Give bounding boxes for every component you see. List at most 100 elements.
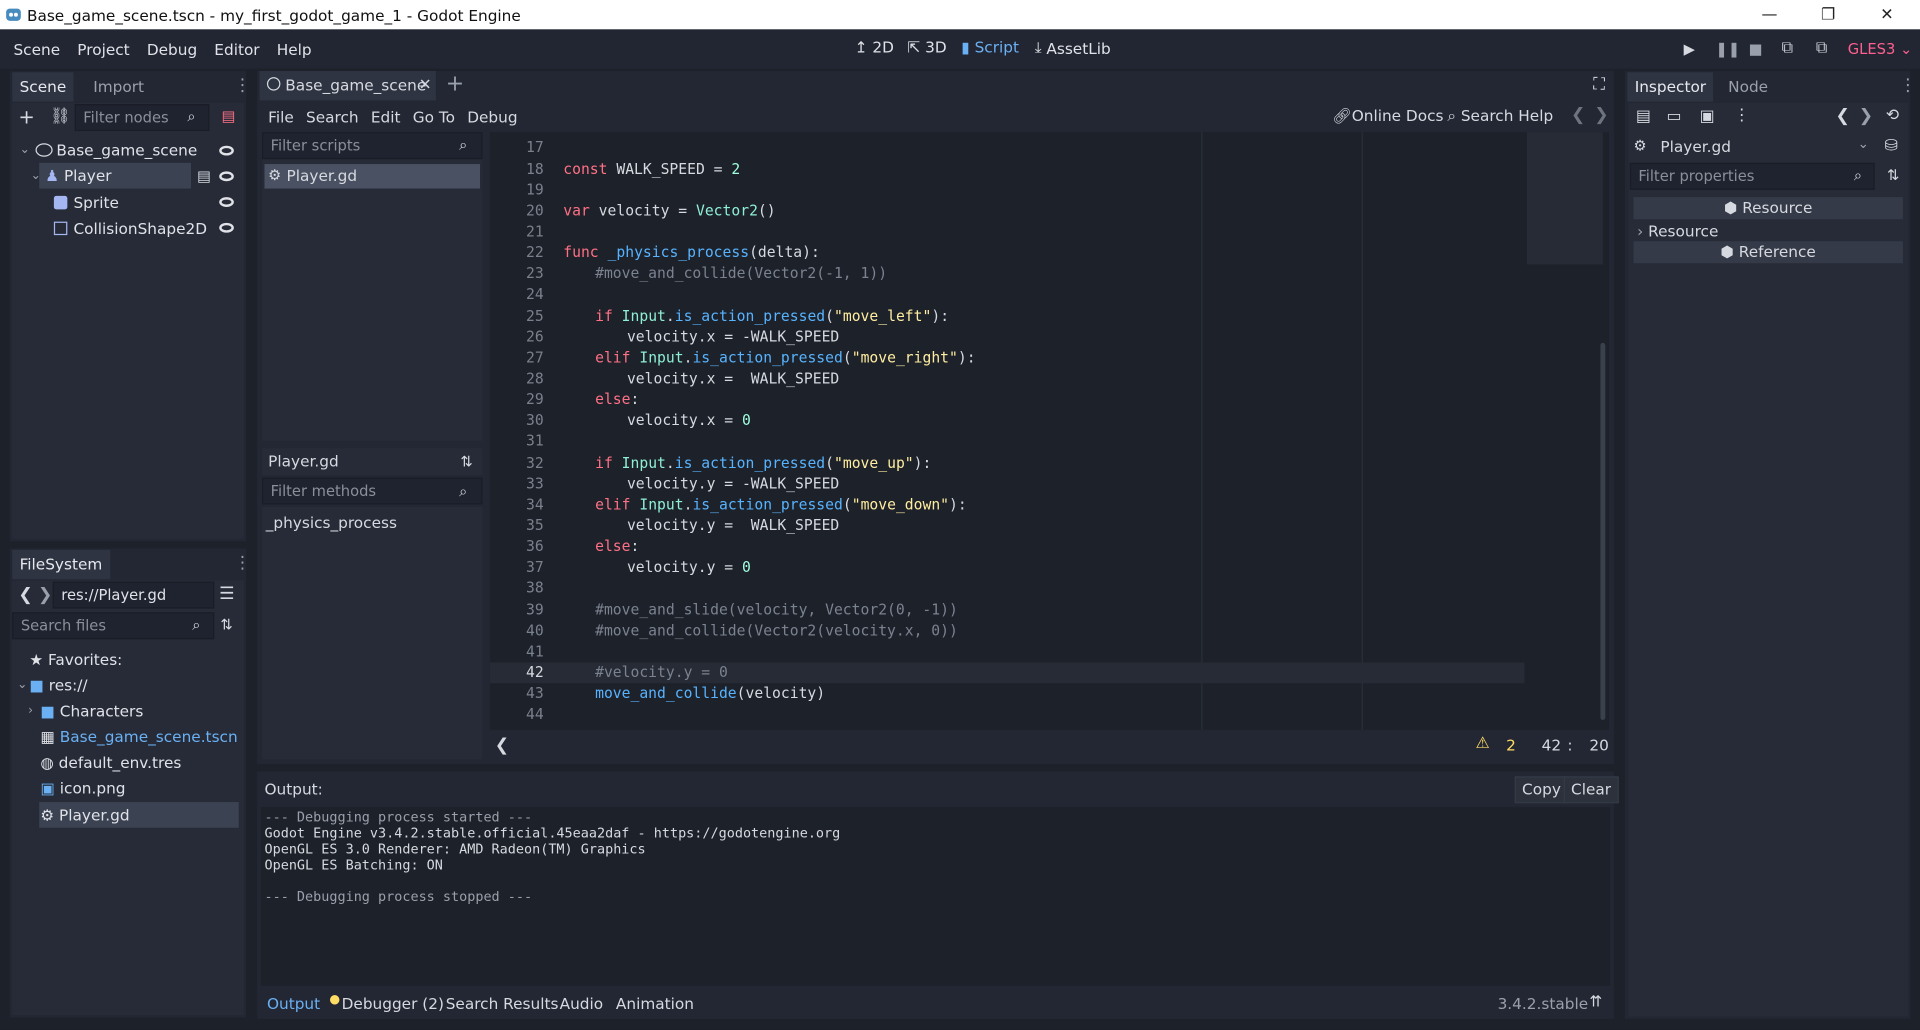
workspace-2d-button[interactable]: ↥ 2D (855, 38, 894, 56)
menu-help[interactable]: Help (268, 40, 320, 58)
tab-import[interactable]: Import (86, 72, 152, 101)
tab-scene[interactable]: Scene (12, 72, 74, 102)
fs-file-default-env[interactable]: ◍ default_env.tres (40, 749, 181, 775)
renderer-select[interactable]: GLES3 ⌄ (1848, 40, 1913, 57)
dock-menu-icon[interactable]: ⋮ (234, 553, 251, 573)
warning-icon[interactable]: ⚠ (1476, 735, 1490, 753)
online-docs-button[interactable]: 🔗︎Online Docs (1332, 107, 1443, 127)
tab-node[interactable]: Node (1721, 72, 1776, 101)
tab-search-results[interactable]: Search Results (446, 994, 559, 1012)
copy-button[interactable]: Copy (1514, 776, 1569, 804)
fs-file-player-gd[interactable]: ⚙ Player.gd (40, 802, 129, 828)
new-tab-icon[interactable]: + (446, 71, 464, 97)
split-mode-icon[interactable]: ☰ (219, 584, 234, 604)
tab-filesystem[interactable]: FileSystem (12, 549, 110, 580)
tree-node-base-game-scene[interactable]: ⌄ Base_game_scene (20, 137, 198, 163)
menu-editor[interactable]: Editor (206, 40, 268, 58)
visibility-eye-icon[interactable] (219, 222, 234, 233)
tree-node-player[interactable]: ⌄ ♟ Player (31, 163, 112, 189)
object-properties-icon[interactable]: ⛁ (1885, 137, 1898, 155)
history-forward-icon[interactable]: ❯ (1859, 107, 1873, 127)
forward-icon[interactable]: ❯ (38, 585, 52, 605)
pause-icon[interactable]: ❚❚ (1716, 40, 1741, 57)
visibility-eye-icon[interactable] (219, 197, 234, 207)
prev-script-icon[interactable]: ❮ (1571, 105, 1585, 125)
search-files-input[interactable]: Search files (12, 612, 215, 640)
play-icon[interactable]: ▶ (1684, 40, 1695, 57)
script-menu-debug[interactable]: Debug (461, 107, 524, 125)
maximize-button[interactable]: ❐ (1800, 0, 1856, 29)
fs-folder-characters[interactable]: › ■ Characters (28, 698, 143, 724)
workspace-3d-button[interactable]: ⇱ 3D (907, 38, 946, 56)
attach-script-icon[interactable]: ▤ (222, 108, 236, 125)
menu-debug[interactable]: Debug (138, 40, 205, 58)
stop-icon[interactable]: ■ (1749, 40, 1763, 57)
menu-scene[interactable]: Scene (5, 40, 69, 58)
script-attached-icon[interactable]: ▤ (197, 168, 211, 185)
tab-audio[interactable]: Audio (560, 994, 604, 1012)
toggle-scripts-panel-icon[interactable]: ❮ (495, 736, 509, 756)
property-options-icon[interactable]: ⇅ (1887, 167, 1899, 184)
tab-inspector[interactable]: Inspector (1627, 72, 1714, 102)
menu-project[interactable]: Project (69, 40, 139, 58)
play-scene-icon[interactable]: ⧉ (1782, 39, 1793, 57)
more-options-icon[interactable]: ⋮ (1734, 107, 1750, 125)
history-back-icon[interactable]: ❮ (1836, 107, 1850, 127)
script-menu-goto[interactable]: Go To (407, 107, 461, 125)
filter-properties-input[interactable]: Filter properties (1629, 162, 1875, 190)
filesystem-path-field[interactable]: res://Player.gd (52, 581, 215, 609)
filter-scripts-input[interactable]: Filter scripts (262, 132, 483, 160)
folder-icon: ■ (29, 675, 44, 695)
workspace-assetlib-button[interactable]: ⤓ AssetLib (1035, 38, 1111, 58)
minimize-button[interactable]: — (1741, 0, 1797, 29)
sort-icon[interactable]: ⇅ (220, 616, 232, 633)
methods-header: Player.gd (262, 448, 483, 476)
add-node-icon[interactable]: + (18, 105, 34, 128)
tree-node-sprite[interactable]: Sprite (53, 190, 119, 216)
script-menu-file[interactable]: File (260, 107, 300, 125)
code-editor[interactable] (489, 132, 1609, 730)
minimap[interactable] (1526, 132, 1603, 265)
fs-file-icon-png[interactable]: ▣ icon.png (40, 775, 125, 801)
script-menu-search[interactable]: Search (300, 107, 365, 125)
play-custom-scene-icon[interactable]: ⧉ (1816, 39, 1827, 57)
script-menu-edit[interactable]: Edit (365, 107, 407, 125)
sprite-icon (53, 195, 68, 210)
3d-icon: ⇱ (907, 37, 921, 57)
fs-file-base-game-scene[interactable]: ▦ Base_game_scene.tscn (40, 724, 237, 750)
scene-tab[interactable]: Base_game_scene ✕ (259, 71, 436, 101)
tab-output[interactable]: Output (267, 994, 320, 1012)
dock-menu-icon[interactable]: ⋮ (1899, 76, 1916, 96)
visibility-eye-icon[interactable] (219, 145, 234, 156)
workspace-script-button[interactable]: ▮ Script (961, 38, 1019, 56)
link-icon[interactable]: ⛓ (50, 108, 70, 126)
visibility-eye-icon[interactable] (219, 171, 234, 182)
sort-methods-icon[interactable]: ⇅ (460, 453, 472, 470)
expand-panel-icon[interactable]: ⇈ (1589, 992, 1602, 1010)
tab-animation[interactable]: Animation (616, 994, 694, 1012)
clear-button[interactable]: Clear (1563, 776, 1619, 804)
distraction-free-icon[interactable]: ⛶ (1593, 75, 1605, 95)
new-resource-icon[interactable]: ▤ (1636, 108, 1651, 126)
code-scrollbar[interactable] (1600, 342, 1606, 721)
script-list-item[interactable]: ⚙ Player.gd (264, 164, 481, 189)
close-tab-icon[interactable]: ✕ (419, 75, 432, 93)
next-script-icon[interactable]: ❯ (1594, 105, 1608, 125)
tab-debugger[interactable]: Debugger (2) (342, 994, 444, 1012)
output-log[interactable]: --- Debugging process started --- Godot … (260, 806, 1611, 986)
fs-favorites[interactable]: ★ Favorites: (29, 647, 122, 673)
history-icon[interactable]: ⟲ (1886, 107, 1899, 125)
open-folder-icon[interactable]: ▭ (1667, 108, 1682, 126)
warning-count[interactable]: 2 (1506, 736, 1516, 754)
back-icon[interactable]: ❮ (18, 585, 32, 605)
save-icon[interactable]: ▣ (1700, 108, 1715, 126)
search-help-button[interactable]: ⌕ Search Help (1447, 107, 1553, 127)
section-resource-group[interactable]: › Resource (1637, 222, 1718, 240)
method-item[interactable]: _physics_process (266, 513, 397, 531)
tree-node-collisionshape2d[interactable]: CollisionShape2D (53, 216, 207, 242)
dock-menu-icon[interactable]: ⋮ (234, 76, 251, 96)
filter-methods-input[interactable]: Filter methods (262, 477, 483, 505)
close-window-button[interactable]: ✕ (1859, 0, 1915, 29)
fs-res-root[interactable]: ⌄ ■ res:// (17, 672, 87, 698)
object-selector[interactable]: ⚙ Player.gd ⌄ (1630, 133, 1875, 160)
